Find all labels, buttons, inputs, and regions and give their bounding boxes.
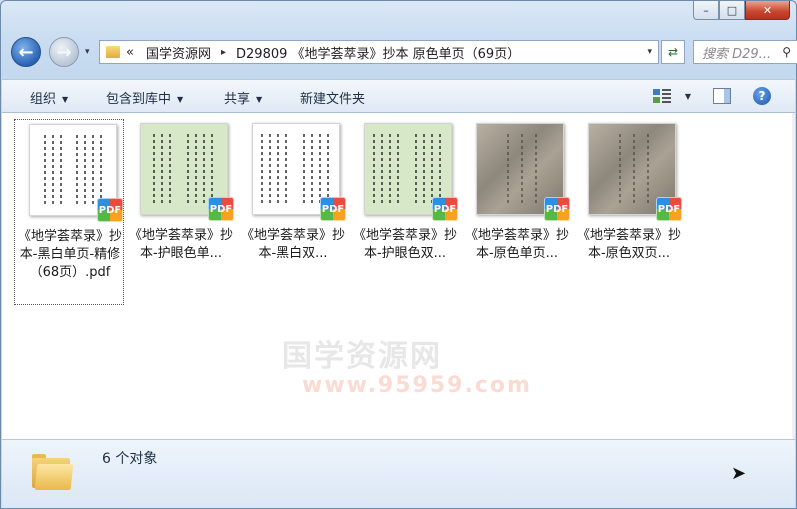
organize-menu[interactable]: 组织 ▼ <box>30 88 68 107</box>
breadcrumb-overflow[interactable]: « <box>126 45 134 60</box>
file-name[interactable]: 《地学荟萃录》抄本-黑白单页-精修（68页）.pdf <box>15 228 125 282</box>
forward-button[interactable]: → <box>49 37 79 67</box>
file-name[interactable]: 《地学荟萃录》抄本-原色双页... <box>574 227 684 263</box>
details-pane: 6 个对象 <box>2 439 795 508</box>
new-folder-label: 新建文件夹 <box>300 92 366 107</box>
file-name[interactable]: 《地学荟萃录》抄本-黑白双... <box>238 227 348 263</box>
pdf-icon: PDF <box>208 197 234 221</box>
change-view-icon[interactable] <box>652 86 672 106</box>
file-item[interactable]: PDF 《地学荟萃录》抄本-黑白单页-精修（68页）.pdf <box>14 119 124 305</box>
pdf-icon: PDF <box>320 197 346 221</box>
search-placeholder: 搜索 D29... <box>702 46 772 62</box>
file-item[interactable]: PDF 《地学荟萃录》抄本-护眼色双... <box>350 119 460 305</box>
view-options-chevron-icon[interactable]: ▼ <box>678 86 698 106</box>
watermark-url: www.95959.com <box>302 373 532 398</box>
refresh-button[interactable]: ⇄ <box>661 40 685 64</box>
folder-icon <box>32 454 74 490</box>
share-label: 共享 <box>224 92 251 107</box>
folder-icon <box>106 46 120 58</box>
file-name[interactable]: 《地学荟萃录》抄本-原色单页... <box>462 227 572 263</box>
explorer-window: – □ ✕ ← → ▾ « 国学资源网 ▸ D29809 《地学荟萃录》抄本 原… <box>0 0 797 509</box>
help-icon: ? <box>753 87 771 105</box>
back-button[interactable]: ← <box>11 37 41 67</box>
share-menu[interactable]: 共享 ▼ <box>224 88 262 107</box>
chevron-down-icon: ▼ <box>256 95 263 104</box>
search-icon[interactable]: ⚲ <box>782 45 791 59</box>
file-name[interactable]: 《地学荟萃录》抄本-护眼色单... <box>126 227 236 263</box>
include-in-library-menu[interactable]: 包含到库中 ▼ <box>106 88 183 107</box>
breadcrumb-root[interactable]: 国学资源网 <box>146 43 211 62</box>
file-item[interactable]: PDF 《地学荟萃录》抄本-原色单页... <box>462 119 572 305</box>
file-name[interactable]: 《地学荟萃录》抄本-护眼色双... <box>350 227 460 263</box>
recent-pages-dropdown-icon[interactable]: ▾ <box>85 47 90 57</box>
chevron-down-icon: ▼ <box>177 95 184 104</box>
mouse-cursor-icon: ➤ <box>731 463 747 484</box>
file-item[interactable]: PDF 《地学荟萃录》抄本-护眼色单... <box>126 119 236 305</box>
caption-buttons: – □ ✕ <box>693 1 790 20</box>
preview-pane-icon[interactable] <box>712 86 732 106</box>
file-item[interactable]: PDF 《地学荟萃录》抄本-原色双页... <box>574 119 684 305</box>
command-bar: 组织 ▼ 包含到库中 ▼ 共享 ▼ 新建文件夹 ▼ ? <box>2 79 795 113</box>
breadcrumb-separator-icon[interactable]: ▸ <box>221 47 226 58</box>
search-input[interactable]: 搜索 D29... ⚲ <box>693 40 797 64</box>
include-library-label: 包含到库中 <box>106 92 172 107</box>
file-item[interactable]: PDF 《地学荟萃录》抄本-黑白双... <box>238 119 348 305</box>
organize-label: 组织 <box>30 92 57 107</box>
pdf-icon: PDF <box>432 197 458 221</box>
minimize-button[interactable]: – <box>693 1 719 20</box>
pdf-icon: PDF <box>656 197 682 221</box>
file-list[interactable]: PDF 《地学荟萃录》抄本-黑白单页-精修（68页）.pdf PDF 《地学荟萃… <box>2 113 795 439</box>
watermark-text: 国学资源网 <box>282 339 442 374</box>
address-dropdown-icon[interactable]: ▾ <box>647 47 652 57</box>
pdf-icon: PDF <box>544 197 570 221</box>
close-button[interactable]: ✕ <box>745 1 790 20</box>
pdf-icon: PDF <box>97 198 123 222</box>
address-bar[interactable]: « 国学资源网 ▸ D29809 《地学荟萃录》抄本 原色单页（69页） ▾ <box>99 40 659 64</box>
chevron-down-icon: ▼ <box>62 95 69 104</box>
breadcrumb-current[interactable]: D29809 《地学荟萃录》抄本 原色单页（69页） <box>236 43 520 62</box>
item-count: 6 个对象 <box>102 451 158 467</box>
maximize-button[interactable]: □ <box>719 1 745 20</box>
new-folder-button[interactable]: 新建文件夹 <box>300 88 365 107</box>
scrollbar-edge <box>792 113 795 439</box>
navigation-bar: ← → ▾ « 国学资源网 ▸ D29809 《地学荟萃录》抄本 原色单页（69… <box>9 37 797 69</box>
help-button[interactable]: ? <box>752 86 772 106</box>
